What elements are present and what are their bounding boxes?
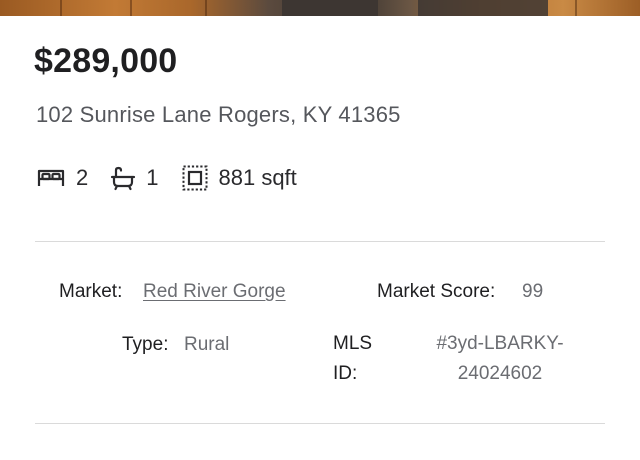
bathtub-icon <box>110 165 136 191</box>
mls-value-line1: #3yd-LBARKY- <box>436 333 564 354</box>
beds-count: 2 <box>76 165 89 190</box>
market-score-value: 99 <box>522 281 544 302</box>
baths-feature: 1 <box>110 165 159 191</box>
mls-value-line2: 24024602 <box>457 363 543 384</box>
market-score-label: Market Score: <box>377 281 496 302</box>
mls-id-label: MLS ID: <box>333 329 372 389</box>
area-feature: 881 sqft <box>181 164 297 192</box>
area-value: 881 sqft <box>218 165 297 190</box>
floor-area-icon <box>181 164 209 192</box>
divider-bottom <box>35 423 605 424</box>
bed-icon <box>36 166 66 190</box>
listing-photo[interactable] <box>0 0 640 16</box>
mls-id-value: #3yd-LBARKY- 24024602 <box>420 329 580 389</box>
listing-address: 102 Sunrise Lane Rogers, KY 41365 <box>36 102 401 127</box>
beds-feature: 2 <box>36 165 88 191</box>
type-label: Type: <box>122 334 169 355</box>
market-label: Market: <box>59 281 123 302</box>
market-link[interactable]: Red River Gorge <box>143 281 286 303</box>
listing-price: $289,000 <box>34 42 178 80</box>
mls-label-line2: ID: <box>333 363 358 384</box>
divider-top <box>35 241 605 242</box>
type-value: Rural <box>184 334 230 355</box>
mls-label-line1: MLS <box>333 333 373 354</box>
baths-count: 1 <box>146 165 159 190</box>
listing-features: 2 1 881 sqft <box>36 162 319 194</box>
